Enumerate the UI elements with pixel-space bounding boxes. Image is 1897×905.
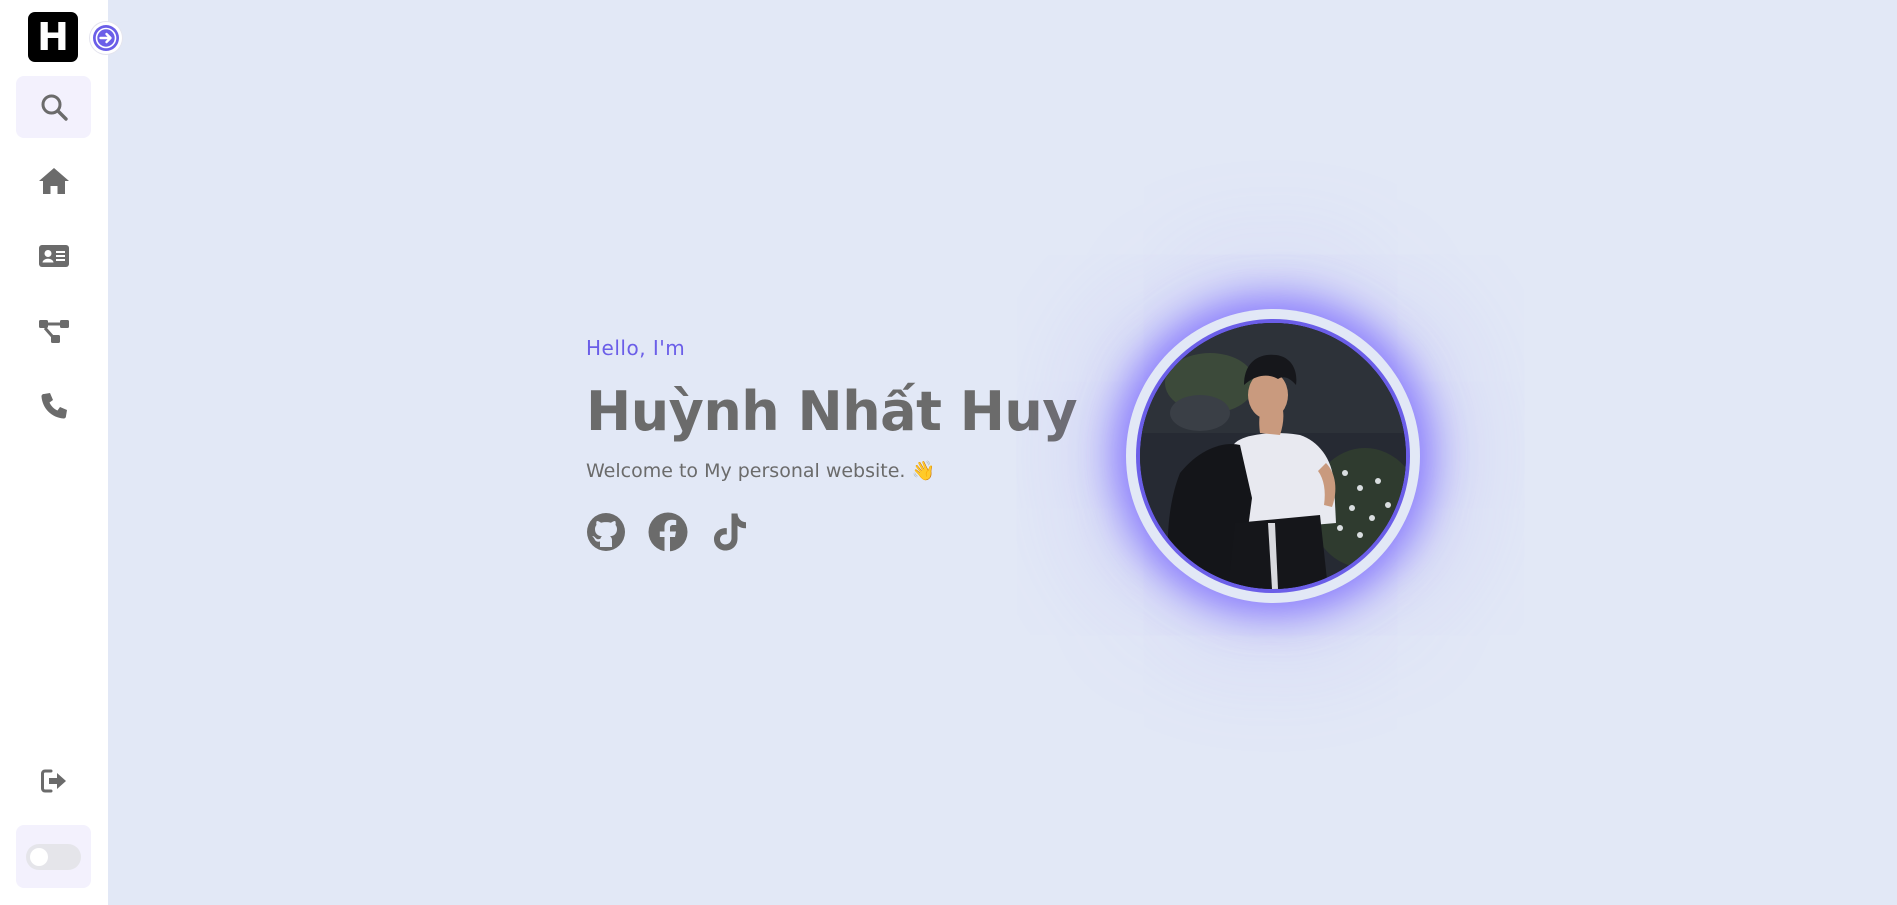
facebook-icon	[648, 512, 688, 552]
avatar-ring	[1136, 319, 1410, 593]
sidebar-item-search[interactable]	[16, 76, 91, 138]
arrow-circle-right-icon	[93, 25, 119, 51]
sidebar-expand-button[interactable]	[90, 22, 122, 54]
theme-toggle-container	[16, 825, 91, 888]
sitemap-icon	[38, 320, 69, 343]
avatar	[1126, 309, 1420, 603]
toggle-knob	[30, 847, 48, 866]
github-link[interactable]	[586, 512, 626, 552]
logout-icon	[40, 769, 66, 793]
sidebar-item-home[interactable]	[16, 150, 91, 212]
sidebar: H	[0, 0, 122, 905]
page-title: Huỳnh Nhất Huy	[586, 380, 1078, 443]
logout-button[interactable]	[16, 750, 91, 812]
avatar-photo	[1140, 323, 1406, 589]
hero-section: Hello, I'm Huỳnh Nhất Huy Welcome to My …	[586, 336, 1078, 552]
welcome-text: Welcome to My personal website. 👋	[586, 460, 936, 483]
portrait-image	[1140, 323, 1406, 589]
facebook-link[interactable]	[648, 512, 688, 552]
social-links	[586, 512, 1077, 552]
github-icon	[587, 513, 625, 552]
id-card-icon	[38, 245, 69, 267]
phone-icon	[41, 393, 67, 419]
search-icon	[41, 94, 68, 121]
theme-toggle[interactable]	[26, 843, 81, 870]
tiktok-icon	[714, 513, 746, 551]
home-icon	[38, 168, 69, 194]
tiktok-link[interactable]	[710, 512, 750, 552]
logo[interactable]: H	[28, 12, 78, 62]
sidebar-item-contact[interactable]	[16, 375, 91, 437]
sidebar-item-projects[interactable]	[16, 300, 91, 362]
greeting: Hello, I'm	[586, 336, 686, 360]
sidebar-item-about[interactable]	[16, 225, 91, 287]
